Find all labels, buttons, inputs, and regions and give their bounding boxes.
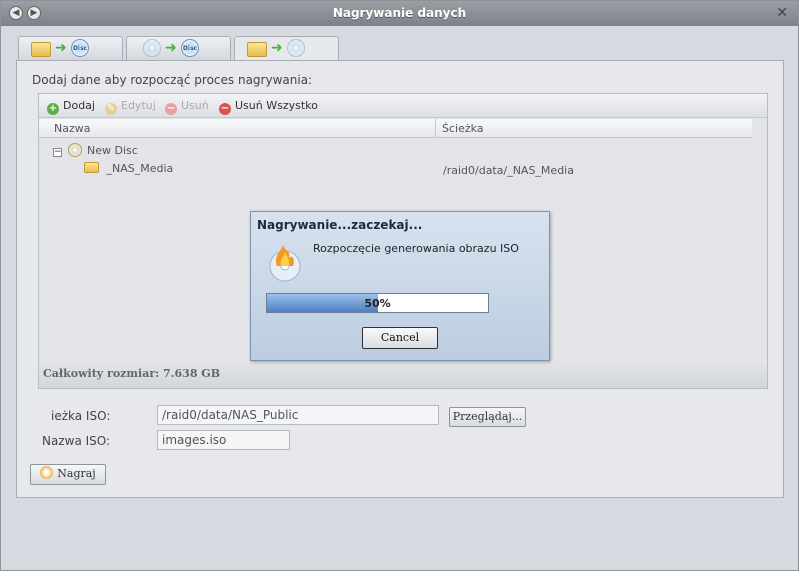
image-icon [287,39,305,57]
edit-button[interactable]: ✎ Edytuj [105,99,156,115]
root-label: New Disc [87,144,138,157]
progress-bar: 50% [266,293,489,313]
disc-icon [67,143,82,157]
browse-button[interactable]: Przeglądaj... [449,407,526,427]
title-bar: ◀ ▶ Nagrywanie danych ✕ [1,1,798,26]
add-button[interactable]: + Dodaj [47,99,95,115]
burn-icon [40,466,54,479]
item-path: /raid0/data/_NAS_Media [443,164,574,177]
disc-icon: Disc [181,39,199,57]
iso-name-field[interactable]: images.iso [157,430,290,450]
progress-dialog: Nagrywanie...zaczekaj... Rozpoczęcie gen… [250,211,550,361]
remove-all-button[interactable]: − Usuń Wszystko [219,99,318,115]
grid-toolbar: + Dodaj ✎ Edytuj − Usuń − Usuń Wszystko [39,94,767,118]
instruction-text: Dodaj dane aby rozpocząć proces nagrywan… [32,73,313,87]
tree-root[interactable]: − New Disc [53,143,138,157]
column-name[interactable]: Nazwa [54,122,90,135]
remove-button[interactable]: − Usuń [165,99,209,115]
dialog-title: Nagrywanie...zaczekaj... [257,218,423,232]
dialog-message: Rozpoczęcie generowania obrazu ISO [313,242,519,255]
folder-icon [247,42,267,57]
tab-image-to-disc[interactable]: ➜ Disc [126,36,231,61]
column-separator [435,119,436,138]
burning-disc-icon [269,245,301,282]
disc-icon: Disc [71,39,89,57]
close-icon[interactable]: ✕ [776,5,788,21]
iso-path-field[interactable]: /raid0/data/NAS_Public [157,405,439,425]
collapse-icon[interactable]: − [53,148,62,157]
iso-path-label: ieżka ISO: [51,409,111,423]
burn-window: ◀ ▶ Nagrywanie danych ✕ ➜ Disc ➜ Disc ➜ … [0,0,799,571]
remove-all-icon: − [219,103,231,115]
item-name: _NAS_Media [106,162,174,175]
add-icon: + [47,103,59,115]
tab-data-to-disc[interactable]: ➜ Disc [18,36,123,61]
edit-icon: ✎ [105,103,117,115]
grid-header: Nazwa Ścieżka [39,119,752,138]
tab-data-to-image[interactable]: ➜ [234,36,339,62]
column-path[interactable]: Ścieżka [442,122,484,135]
iso-name-label: Nazwa ISO: [42,434,111,448]
total-size: Całkowity rozmiar: 7.638 GB [38,361,768,389]
image-icon [143,39,161,57]
folder-icon [31,42,51,57]
arrow-right-icon: ➜ [271,40,283,56]
burn-button[interactable]: Nagraj [30,464,106,485]
folder-icon [84,162,99,173]
remove-icon: − [165,103,177,115]
arrow-right-icon: ➜ [165,40,177,56]
tree-item[interactable]: _NAS_Media [84,162,173,175]
window-title: Nagrywanie danych [332,6,467,20]
progress-text: 50% [364,297,391,310]
arrow-right-icon: ➜ [55,40,67,56]
cancel-button[interactable]: Cancel [362,327,438,349]
